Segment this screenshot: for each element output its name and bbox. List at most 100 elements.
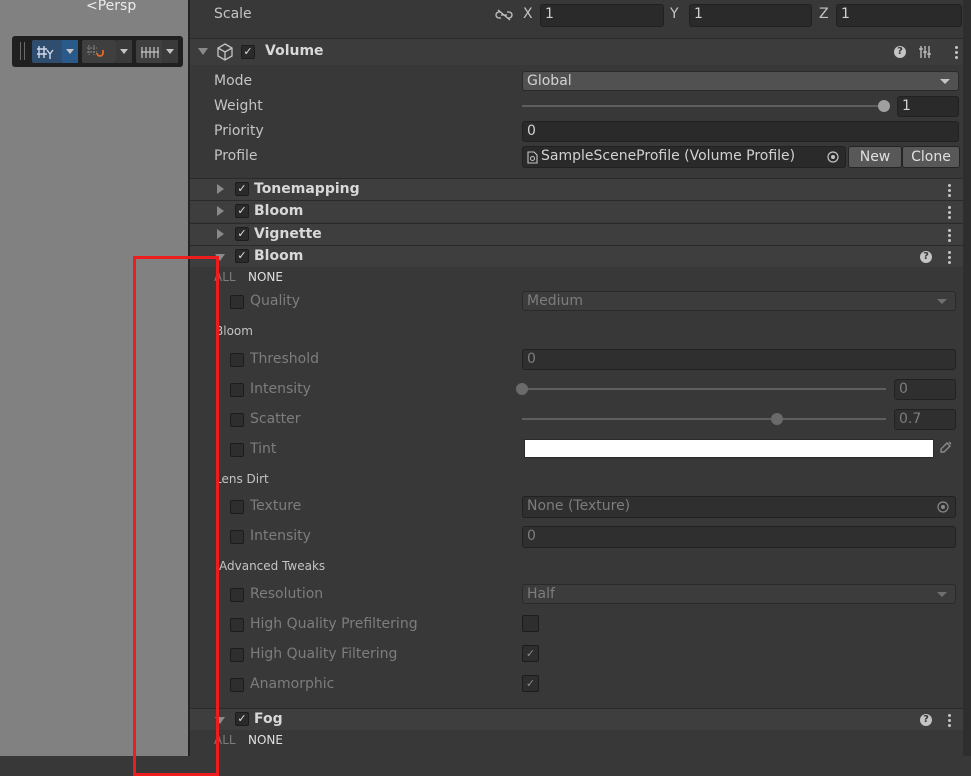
grid-snapping-dropdown[interactable] xyxy=(62,40,78,63)
increment-snap-toggle[interactable] xyxy=(82,40,116,63)
texture-override-checkbox[interactable] xyxy=(230,500,244,514)
hq-filtering-checkbox[interactable]: ✓ xyxy=(522,645,539,662)
volume-foldout-arrow[interactable] xyxy=(198,48,208,55)
intensity-field[interactable]: 0 xyxy=(894,379,956,400)
presets-icon[interactable] xyxy=(918,45,932,59)
volume-menu-icon[interactable] xyxy=(955,46,959,61)
tonemapping-menu-icon[interactable] xyxy=(948,184,952,199)
override-title: Vignette xyxy=(254,226,322,242)
bloom-expanded-menu-icon[interactable] xyxy=(948,251,952,266)
override-header-bloom-1[interactable]: ✓ Bloom xyxy=(190,200,971,222)
chevron-down-icon xyxy=(937,299,947,304)
override-title: Bloom xyxy=(254,248,304,264)
hq-prefiltering-override-checkbox[interactable] xyxy=(230,618,244,632)
tonemapping-foldout-arrow[interactable] xyxy=(217,184,224,194)
scene-overlay-toolbar xyxy=(12,36,183,67)
volume-title: Volume xyxy=(265,43,324,59)
override-title: Bloom xyxy=(254,203,304,219)
anamorphic-checkbox[interactable]: ✓ xyxy=(522,675,539,692)
texture-value: None (Texture) xyxy=(527,498,631,514)
help-icon[interactable]: ? xyxy=(920,251,932,263)
override-header-tonemapping[interactable]: ✓ Tonemapping xyxy=(190,178,971,200)
threshold-field[interactable]: 0 xyxy=(522,349,956,370)
scatter-override-checkbox[interactable] xyxy=(230,413,244,427)
scatter-slider-track[interactable] xyxy=(522,418,886,420)
quality-label: Quality xyxy=(250,293,301,309)
constrain-proportions-icon[interactable] xyxy=(495,9,513,21)
toolbar-grip-handle[interactable] xyxy=(20,42,25,60)
volume-component-header[interactable]: ✓ Volume ? xyxy=(190,38,971,65)
override-header-fog[interactable]: ✓ Fog ? xyxy=(190,708,971,730)
mode-dropdown[interactable]: Global xyxy=(522,71,959,91)
scale-row: Scale X 1 Y 1 Z 1 xyxy=(190,4,971,27)
scatter-field[interactable]: 0.7 xyxy=(894,409,956,430)
intensity-slider-track[interactable] xyxy=(522,388,886,390)
eyedropper-icon[interactable] xyxy=(938,441,952,455)
scatter-slider-knob[interactable] xyxy=(770,413,783,425)
scale-y-field[interactable]: 1 xyxy=(689,4,812,27)
override-header-vignette[interactable]: ✓ Vignette xyxy=(190,223,971,245)
profile-value: SampleSceneProfile (Volume Profile) xyxy=(541,148,796,164)
anamorphic-label: Anamorphic xyxy=(250,676,335,692)
object-picker-icon[interactable] xyxy=(827,151,839,163)
increment-snap-dropdown[interactable] xyxy=(116,40,132,63)
volume-cube-icon xyxy=(217,43,233,61)
weight-slider-track[interactable] xyxy=(522,105,884,107)
fog-foldout-arrow[interactable] xyxy=(215,717,225,724)
mode-label: Mode xyxy=(214,73,253,89)
vignette-active-checkbox[interactable]: ✓ xyxy=(235,227,249,241)
increment-snap-icon xyxy=(87,45,104,57)
threshold-override-checkbox[interactable] xyxy=(230,353,244,367)
profile-object-field[interactable]: SampleSceneProfile (Volume Profile) xyxy=(522,146,846,168)
bloom-menu-icon[interactable] xyxy=(948,206,952,221)
texture-label: Texture xyxy=(250,498,302,514)
bloom-foldout-arrow[interactable] xyxy=(217,206,224,216)
chevron-down-icon xyxy=(940,79,950,84)
scene-view[interactable]: <Persp xyxy=(0,0,188,756)
resolution-override-checkbox[interactable] xyxy=(230,588,244,602)
scale-x-field[interactable]: 1 xyxy=(540,4,664,27)
tint-override-checkbox[interactable] xyxy=(230,443,244,457)
scale-z-field[interactable]: 1 xyxy=(836,4,962,27)
tonemapping-active-checkbox[interactable]: ✓ xyxy=(235,182,249,196)
vignette-foldout-arrow[interactable] xyxy=(217,229,224,239)
override-header-bloom-2[interactable]: ✓ Bloom ? xyxy=(190,245,971,267)
bloom-expanded-active-checkbox[interactable]: ✓ xyxy=(235,249,249,263)
priority-field[interactable]: 0 xyxy=(522,121,959,142)
hq-filtering-override-checkbox[interactable] xyxy=(230,648,244,662)
volume-enabled-checkbox[interactable]: ✓ xyxy=(241,45,255,59)
quality-dropdown[interactable]: Medium xyxy=(522,291,956,311)
weight-field[interactable]: 1 xyxy=(897,96,959,117)
quality-override-checkbox[interactable] xyxy=(230,295,244,309)
vignette-menu-icon[interactable] xyxy=(948,229,952,244)
anamorphic-override-checkbox[interactable] xyxy=(230,678,244,692)
object-picker-icon[interactable] xyxy=(937,501,949,513)
weight-slider-knob[interactable] xyxy=(878,100,890,112)
intensity-override-checkbox[interactable] xyxy=(230,383,244,397)
dirt-intensity-field[interactable]: 0 xyxy=(522,526,956,548)
resolution-label: Resolution xyxy=(250,586,324,602)
help-icon[interactable]: ? xyxy=(894,46,906,58)
hq-prefiltering-checkbox[interactable] xyxy=(522,615,539,632)
persp-label[interactable]: <Persp xyxy=(86,0,136,14)
tint-color-field[interactable] xyxy=(524,439,934,458)
mode-value: Global xyxy=(527,73,572,89)
grid-visibility-dropdown[interactable] xyxy=(162,40,178,63)
fog-none-toggle[interactable]: NONE xyxy=(248,733,283,747)
none-toggle[interactable]: NONE xyxy=(248,270,283,284)
dirt-intensity-label: Intensity xyxy=(250,528,311,544)
all-toggle[interactable]: ALL xyxy=(214,270,236,284)
bloom-active-checkbox[interactable]: ✓ xyxy=(235,204,249,218)
help-icon[interactable]: ? xyxy=(920,714,932,726)
clone-profile-button[interactable]: Clone xyxy=(902,146,960,168)
fog-all-toggle[interactable]: ALL xyxy=(214,733,236,747)
texture-object-field[interactable]: None (Texture) xyxy=(522,496,956,518)
intensity-slider-knob[interactable] xyxy=(516,383,528,395)
bloom-expanded-foldout-arrow[interactable] xyxy=(215,254,225,261)
inspector-scrollbar[interactable] xyxy=(963,0,971,756)
new-profile-button[interactable]: New xyxy=(848,146,902,168)
fog-menu-icon[interactable] xyxy=(948,714,952,729)
fog-active-checkbox[interactable]: ✓ xyxy=(235,712,249,726)
dirt-intensity-override-checkbox[interactable] xyxy=(230,530,244,544)
resolution-dropdown[interactable]: Half xyxy=(522,584,956,604)
